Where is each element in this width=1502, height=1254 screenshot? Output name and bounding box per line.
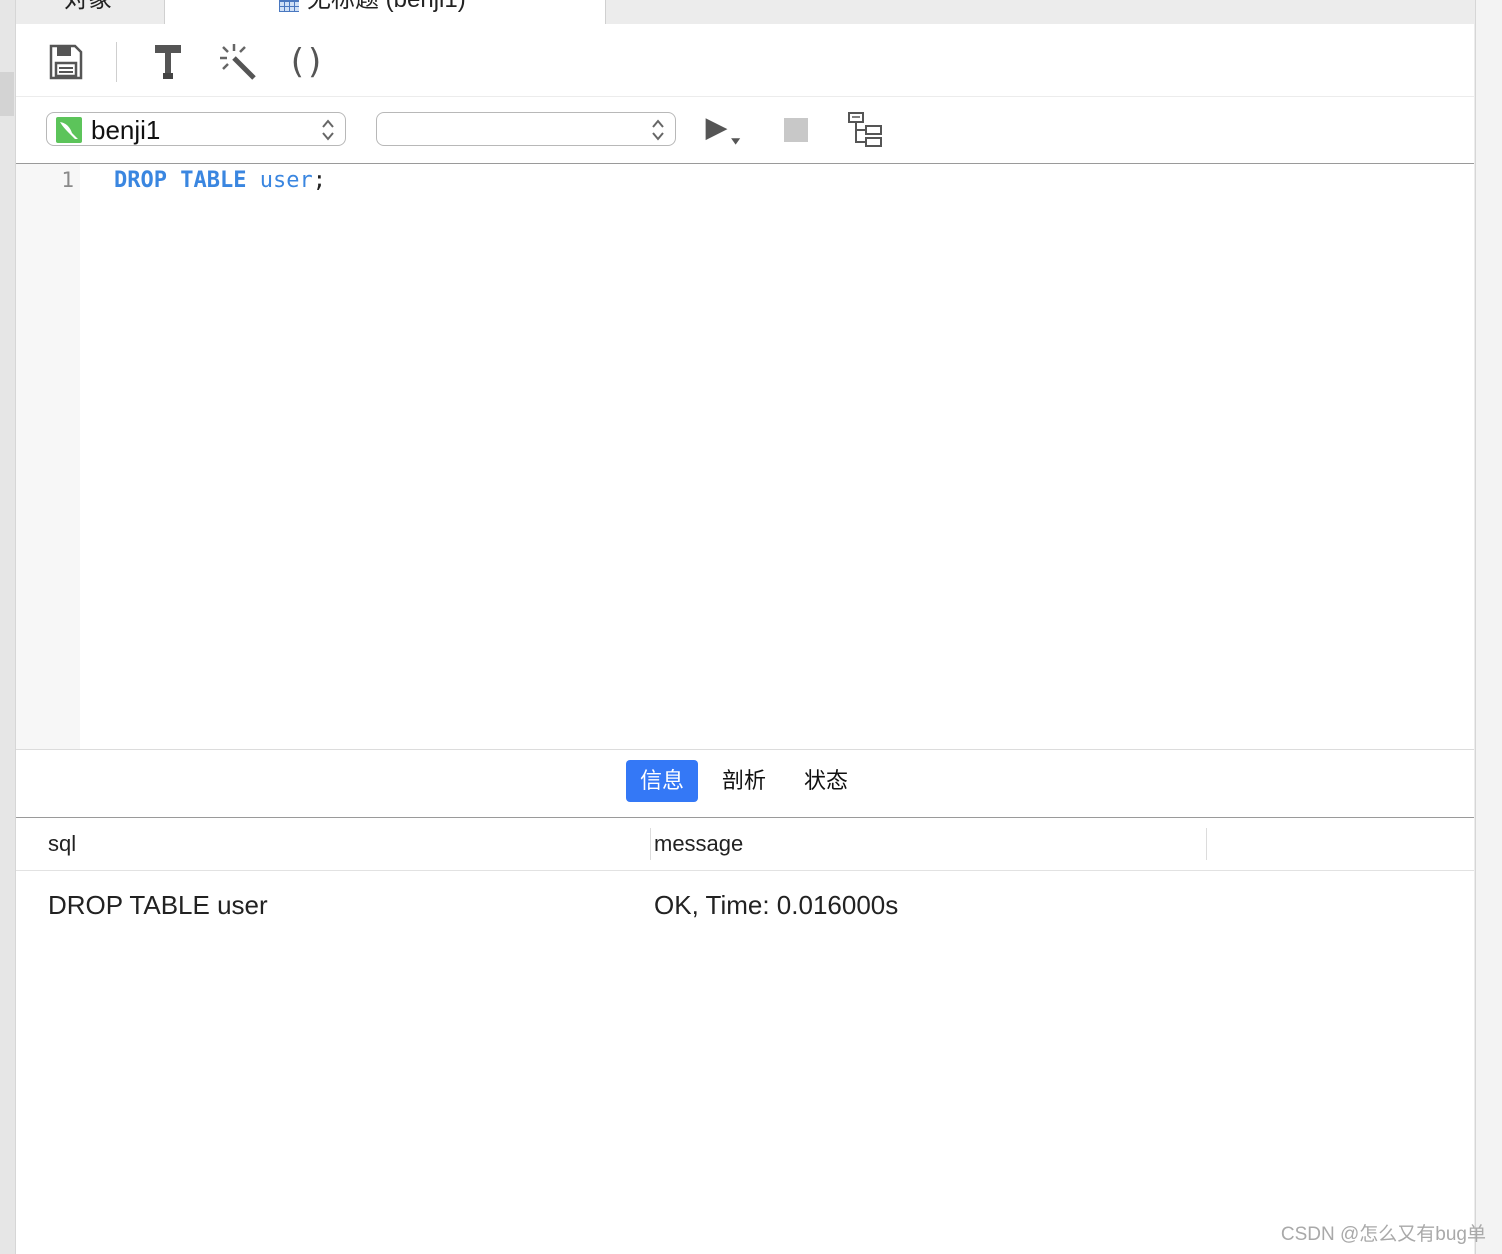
tab-query-label: 无标题 (benji1) <box>307 0 466 12</box>
hammer-icon <box>155 45 181 79</box>
tab-query[interactable]: 无标题 (benji1) <box>164 0 606 25</box>
line-number-gutter: 1 <box>16 164 80 749</box>
tree-structure-icon <box>848 112 882 147</box>
column-header-sql[interactable]: sql <box>48 830 76 858</box>
tab-status[interactable]: 状态 <box>790 760 862 802</box>
result-grid-header: sql message <box>16 818 1474 871</box>
watermark: CSDN @怎么又有bug单 <box>1280 1224 1486 1245</box>
save-icon <box>49 44 83 80</box>
parentheses-button[interactable]: () <box>288 42 328 82</box>
mysql-connection-icon <box>56 117 82 143</box>
beautify-button[interactable] <box>218 42 258 82</box>
parentheses-icon: () <box>290 42 326 82</box>
left-scroll-knob[interactable] <box>0 72 14 116</box>
sql-code-line[interactable]: DROP TABLE user; <box>114 168 326 193</box>
play-dropdown-icon <box>705 118 741 145</box>
column-divider[interactable] <box>1206 828 1207 860</box>
right-panel-edge <box>1475 0 1502 1254</box>
explain-button[interactable] <box>846 110 886 150</box>
magic-wand-icon <box>220 44 256 80</box>
chevron-up-down-icon <box>322 119 334 141</box>
connection-select[interactable]: benji1 <box>46 112 346 146</box>
table-row[interactable]: DROP TABLE user OK, Time: 0.016000s <box>16 872 1474 942</box>
save-button[interactable] <box>46 42 86 82</box>
cell-message: OK, Time: 0.016000s <box>654 890 899 920</box>
sql-editor[interactable]: 1 DROP TABLE user; <box>16 164 1474 750</box>
column-header-message[interactable]: message <box>654 830 743 858</box>
database-select[interactable] <box>376 112 676 146</box>
tab-info[interactable]: 信息 <box>626 760 699 802</box>
result-tab-bar: 信息 剖析 状态 <box>16 750 1474 818</box>
left-panel-edge <box>0 0 16 1254</box>
connection-toolbar: benji1 <box>16 97 1474 164</box>
table-icon <box>279 0 299 12</box>
sql-keyword: DROP <box>114 168 167 193</box>
connection-select-value: benji1 <box>91 115 161 145</box>
cell-sql: DROP TABLE user <box>48 890 268 920</box>
column-divider[interactable] <box>650 828 651 860</box>
editor-toolbar: () <box>16 24 1474 97</box>
run-button[interactable] <box>702 111 742 151</box>
tab-objects[interactable]: 对象 <box>64 0 112 24</box>
stop-button[interactable] <box>776 110 816 150</box>
query-editor-window: () benji1 1 DROP TABLE user; 信息 剖析 状态 sq… <box>16 24 1474 1254</box>
stop-icon <box>784 118 808 142</box>
line-number: 1 <box>61 168 74 192</box>
sql-keyword: TABLE <box>180 168 247 193</box>
sql-identifier: user <box>259 168 313 193</box>
sql-terminator: ; <box>312 168 326 193</box>
toolbar-separator <box>116 42 117 82</box>
build-button[interactable] <box>148 42 188 82</box>
tab-bar: 对象 无标题 (benji1) <box>16 0 1474 25</box>
chevron-up-down-icon <box>652 119 664 141</box>
tab-profile[interactable]: 剖析 <box>708 760 780 802</box>
